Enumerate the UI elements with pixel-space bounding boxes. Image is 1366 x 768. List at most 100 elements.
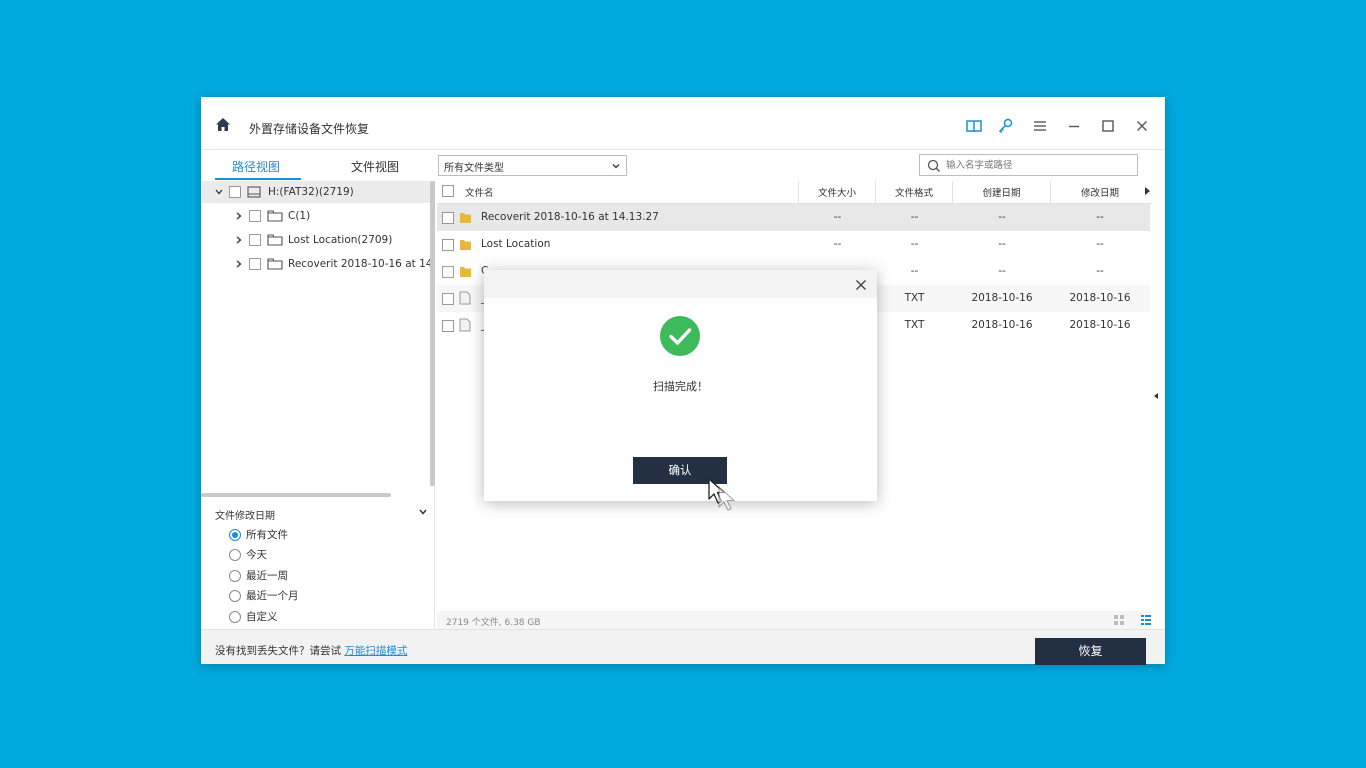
collapse-panel-icon[interactable]	[1153, 393, 1159, 399]
column-header-created[interactable]: 创建日期	[953, 181, 1051, 203]
date-option-label: 所有文件	[246, 529, 288, 541]
file-icon	[459, 291, 471, 305]
file-format: --	[910, 265, 919, 277]
folder-icon	[460, 240, 471, 250]
file-name: Lost Location	[481, 238, 551, 250]
deep-scan-link[interactable]: 万能扫描模式	[344, 645, 407, 657]
date-option-custom[interactable]: 自定义	[229, 609, 278, 624]
tab-file-view[interactable]: 文件视图	[351, 158, 399, 175]
column-scroll-right-icon[interactable]	[1145, 187, 1150, 195]
home-icon[interactable]	[215, 117, 231, 133]
scan-complete-dialog: 扫描完成！ 确认	[484, 270, 877, 501]
select-all-checkbox[interactable]	[442, 185, 454, 197]
window-title: 外置存储设备文件恢复	[249, 122, 370, 136]
file-type-select[interactable]: 所有文件类型	[438, 155, 627, 176]
tree-item-recoverit[interactable]: Recoverit 2018-10-16 at 14.13.27	[201, 253, 431, 275]
dialog-message: 扫描完成！	[653, 380, 708, 393]
column-header-modified[interactable]: 修改日期	[1051, 181, 1149, 203]
row-checkbox[interactable]	[442, 212, 454, 224]
row-checkbox[interactable]	[442, 293, 454, 305]
mouse-cursor-icon	[708, 478, 735, 511]
close-icon[interactable]	[1133, 117, 1151, 135]
tree-item-drive[interactable]: H:(FAT32)(2719)	[201, 181, 431, 203]
file-format: --	[910, 211, 919, 223]
folder-icon	[460, 267, 471, 277]
file-modified: 2018-10-16	[1069, 292, 1131, 304]
menu-icon[interactable]	[1031, 117, 1049, 135]
radio-button[interactable]	[229, 570, 241, 582]
column-header-size[interactable]: 文件大小	[799, 181, 876, 203]
folder-icon	[267, 234, 283, 246]
recover-button[interactable]: 恢复	[1035, 638, 1146, 665]
tree-item-label: Recoverit 2018-10-16 at 14.13.27	[288, 258, 431, 270]
status-bar: 2719 个文件, 6.38 GB	[437, 611, 1152, 629]
success-check-icon	[660, 316, 700, 356]
date-option-label: 自定义	[246, 611, 278, 623]
footer-hint-text: 没有找到丢失文件？请尝试	[215, 645, 341, 657]
row-checkbox[interactable]	[442, 266, 454, 278]
radio-button[interactable]	[229, 549, 241, 561]
date-option-today[interactable]: 今天	[229, 547, 267, 562]
list-view-icon[interactable]	[1140, 614, 1152, 626]
key-icon[interactable]	[997, 117, 1015, 135]
date-option-month[interactable]: 最近一个月	[229, 588, 299, 603]
file-modified: --	[1096, 211, 1104, 223]
radio-button[interactable]	[229, 611, 241, 623]
search-box[interactable]	[919, 154, 1138, 176]
column-header-format[interactable]: 文件格式	[876, 181, 953, 203]
chevron-down-icon	[612, 164, 620, 169]
date-option-week[interactable]: 最近一周	[229, 568, 288, 583]
table-row[interactable]: Lost Location -- -- -- --	[437, 231, 1150, 258]
radio-button[interactable]	[229, 529, 241, 541]
search-input[interactable]	[946, 158, 1131, 172]
date-filter-title: 文件修改日期	[215, 511, 275, 522]
close-icon[interactable]	[855, 279, 867, 291]
chevron-down-icon[interactable]	[215, 189, 223, 195]
tree-checkbox[interactable]	[249, 210, 261, 222]
file-modified: --	[1096, 238, 1104, 250]
minimize-icon[interactable]	[1065, 117, 1083, 135]
tree-horizontal-scrollbar[interactable]	[201, 493, 391, 497]
file-icon	[459, 318, 471, 332]
column-header-name[interactable]: 文件名	[465, 181, 799, 203]
footer-bar: 没有找到丢失文件？请尝试 万能扫描模式 恢复	[201, 629, 1165, 665]
tree-checkbox[interactable]	[249, 234, 261, 246]
file-modified: --	[1096, 265, 1104, 277]
file-format: TXT	[904, 319, 925, 331]
search-icon	[927, 159, 940, 172]
tree-item-lost-location[interactable]: Lost Location(2709)	[201, 229, 431, 251]
folder-icon	[267, 210, 283, 222]
date-option-label: 最近一周	[246, 570, 288, 582]
file-created: 2018-10-16	[971, 319, 1033, 331]
maximize-icon[interactable]	[1099, 117, 1117, 135]
row-checkbox[interactable]	[442, 239, 454, 251]
chevron-right-icon[interactable]	[236, 212, 242, 220]
tree-checkbox[interactable]	[229, 186, 241, 198]
footer-hint: 没有找到丢失文件？请尝试 万能扫描模式	[215, 643, 407, 658]
file-type-selected: 所有文件类型	[444, 163, 504, 174]
drive-icon	[247, 186, 261, 198]
tree-vertical-scrollbar[interactable]	[430, 181, 435, 486]
tab-path-view[interactable]: 路径视图	[232, 158, 280, 175]
date-option-label: 最近一个月	[246, 590, 299, 602]
table-row[interactable]: Recoverit 2018-10-16 at 14.13.27 -- -- -…	[437, 204, 1150, 231]
chevron-right-icon[interactable]	[236, 236, 242, 244]
title-bar: 外置存储设备文件恢复	[201, 97, 1165, 150]
chevron-down-icon[interactable]	[419, 509, 427, 515]
file-created: --	[998, 265, 1006, 277]
tree-checkbox[interactable]	[249, 258, 261, 270]
date-option-all[interactable]: 所有文件	[229, 527, 288, 542]
view-tabs: 路径视图 文件视图	[201, 150, 435, 180]
row-checkbox[interactable]	[442, 320, 454, 332]
grid-view-icon[interactable]	[1113, 614, 1125, 626]
chevron-right-icon[interactable]	[236, 260, 242, 268]
file-format: --	[910, 238, 919, 250]
file-created: --	[998, 211, 1006, 223]
file-created: --	[998, 238, 1006, 250]
file-name: Recoverit 2018-10-16 at 14.13.27	[481, 211, 659, 223]
tree-item-label: Lost Location(2709)	[288, 234, 393, 246]
file-size: --	[833, 238, 842, 250]
radio-button[interactable]	[229, 590, 241, 602]
book-icon[interactable]	[965, 117, 983, 135]
tree-item-c[interactable]: C(1)	[201, 205, 431, 227]
